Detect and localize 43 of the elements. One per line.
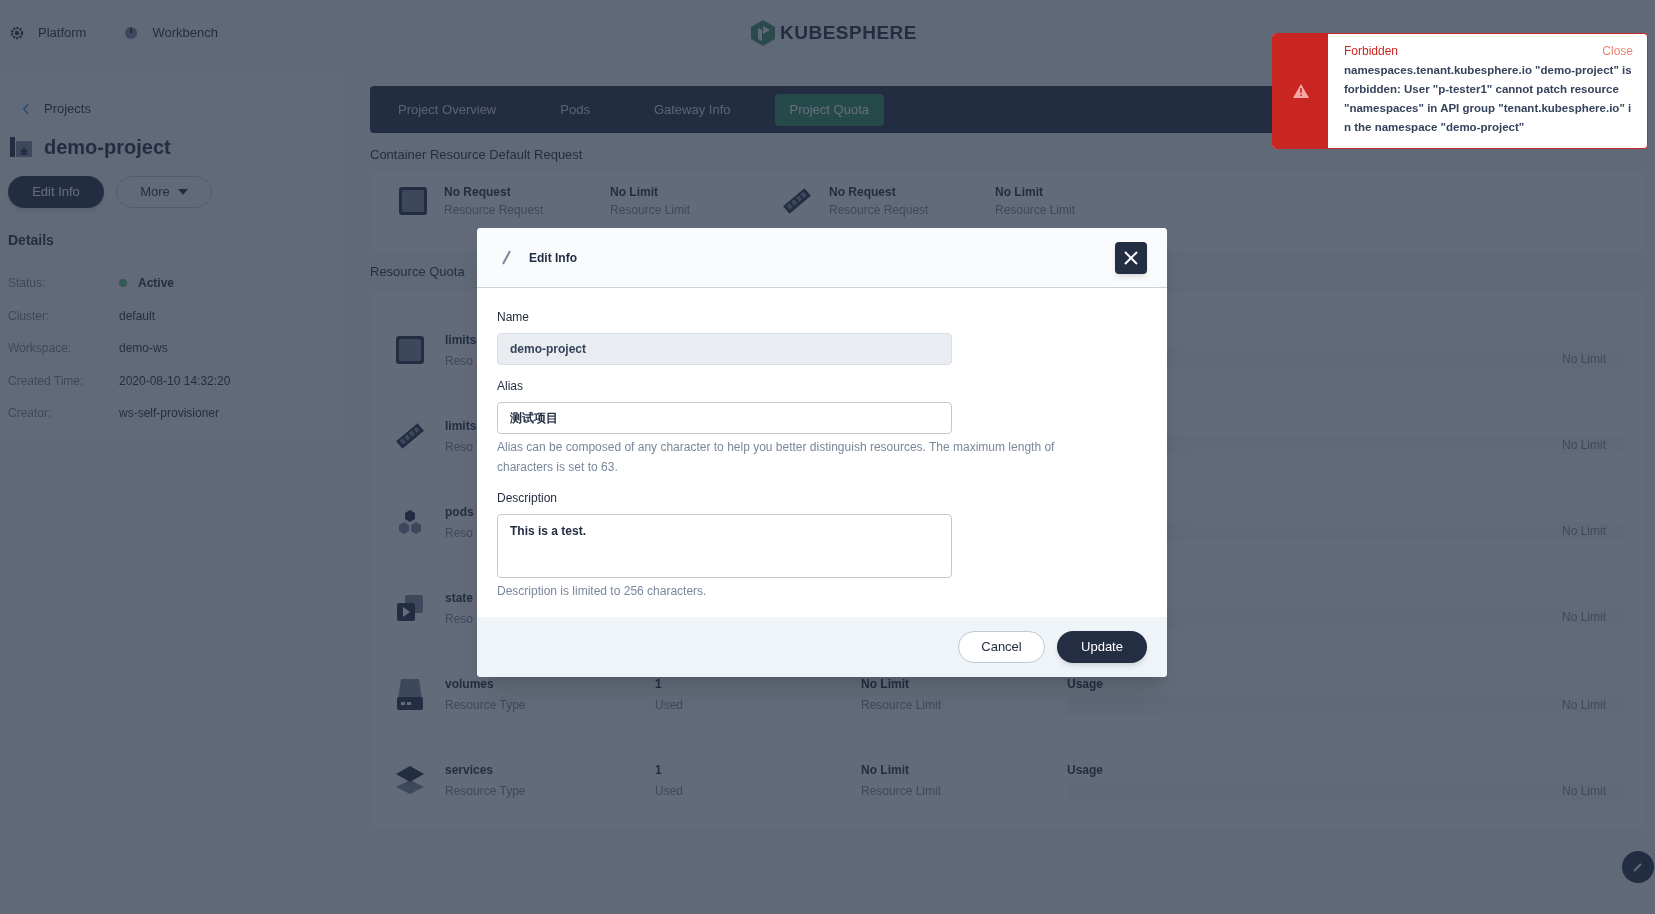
section-heading: Container Resource Default Request [370, 146, 584, 164]
value-text: state [445, 589, 473, 607]
hint-text: Alias can be composed of any character to help you better distinguish resources. The maximum length of characters is set to 63. [497, 439, 1056, 476]
value-text: 1 [655, 761, 662, 779]
value-text: 1 [655, 675, 662, 693]
detail-value: ws-self-provisioner [119, 405, 220, 423]
value-text: No Limit [610, 183, 658, 201]
pencil-icon [501, 249, 511, 266]
detail-value: Active [138, 275, 175, 293]
value-text: limits [445, 417, 477, 435]
value-text: Usage [1067, 675, 1104, 693]
logo-text: KUBESPHERE [780, 21, 917, 45]
warning-icon [1292, 84, 1309, 98]
close-link[interactable]: Close [1602, 42, 1633, 60]
detail-value: default [119, 307, 156, 325]
section-heading: Details [8, 231, 55, 250]
update-button[interactable]: Update [1057, 631, 1147, 663]
value-text: volumes [445, 675, 494, 693]
value-text: No Request [444, 183, 511, 201]
detail-value: 2020-08-10 14:32:20 [119, 372, 231, 390]
value-text: services [445, 761, 494, 779]
project-title: demo-project [44, 135, 171, 160]
value-text: No Limit [861, 675, 909, 693]
input-field[interactable]: 测试项目 [497, 402, 952, 434]
value-text: No Request [829, 183, 896, 201]
error-message: namespaces.tenant.kubesphere.io "demo-project" is forbidden: User "p-tester1" cannot patch resource "namespaces" in API group "tenant.kubesphere.io" in the namespace "demo-project" [1344, 63, 1632, 135]
value-text: No Limit [995, 183, 1043, 201]
detail-value: demo-ws [119, 340, 168, 358]
dialog-title: Edit Info [529, 249, 577, 267]
close-button[interactable] [1115, 241, 1147, 274]
value-text: limits [445, 331, 477, 349]
value-text: Usage [1067, 761, 1104, 779]
section-heading: Resource Quota [370, 262, 466, 281]
cancel-button[interactable]: Cancel [958, 631, 1045, 663]
field-label: Name [497, 309, 530, 326]
value-text: No Limit [861, 761, 909, 779]
notification-title: Forbidden [1344, 43, 1399, 60]
hint-text: Description is limited to 256 characters. [497, 583, 708, 600]
field-label: Alias [497, 378, 524, 395]
value-text: pods [445, 503, 474, 521]
field-label: Description [497, 490, 559, 507]
close-icon [1123, 249, 1139, 266]
text-area[interactable]: This is a test. [497, 514, 952, 578]
